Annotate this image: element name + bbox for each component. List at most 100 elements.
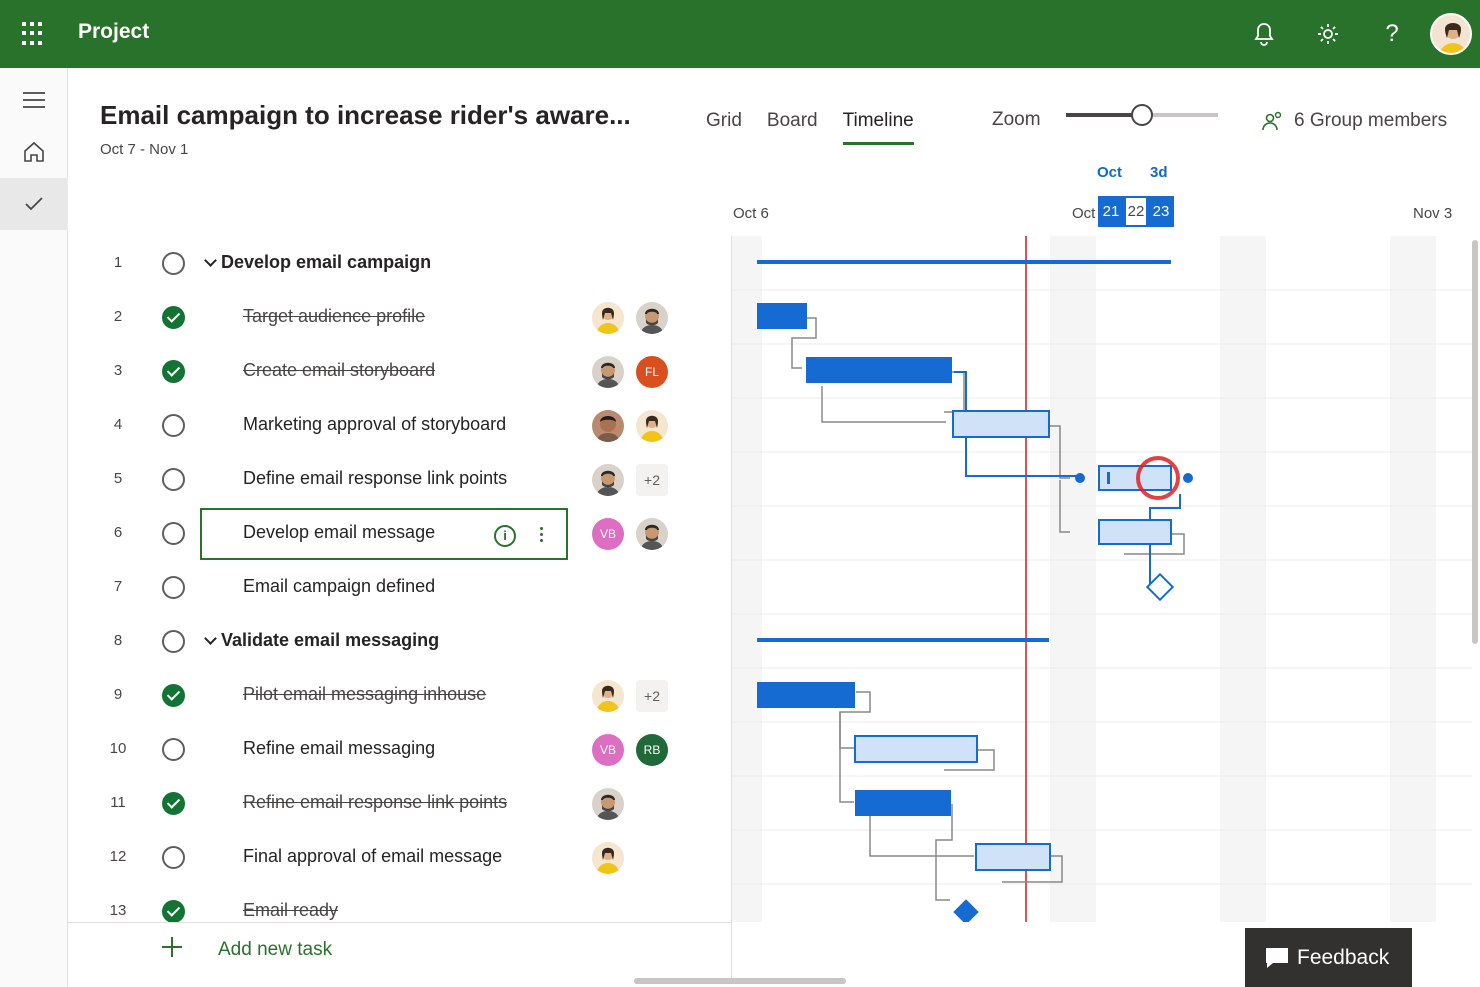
waffle-icon[interactable] <box>22 22 46 46</box>
gear-icon[interactable] <box>1296 12 1360 56</box>
task-row[interactable]: 3 Create email storyboard FL <box>68 344 732 398</box>
assignee-avatar[interactable]: VB <box>592 734 624 766</box>
task-row[interactable]: 11 Refine email response link points <box>68 776 732 830</box>
task-group-name[interactable]: Validate email messaging <box>204 630 439 651</box>
feedback-icon <box>1266 947 1288 968</box>
tab-board[interactable]: Board <box>767 110 818 145</box>
task-incomplete-circle[interactable] <box>162 630 185 653</box>
task-name[interactable]: Create email storyboard <box>243 360 435 381</box>
task-row[interactable]: 5 Define email response link points +2 <box>68 452 732 506</box>
add-task-label[interactable]: Add new task <box>218 939 332 961</box>
task-name[interactable]: Pilot email messaging inhouse <box>243 684 486 705</box>
task-name[interactable]: Email ready <box>243 900 338 921</box>
task-incomplete-circle[interactable] <box>162 576 185 599</box>
task-group-name[interactable]: Develop email campaign <box>204 252 431 273</box>
task-name[interactable]: Refine email messaging <box>243 738 435 759</box>
task-number: 12 <box>109 848 127 865</box>
task-name[interactable]: Email campaign defined <box>243 576 435 597</box>
zoom-slider-thumb[interactable] <box>1131 104 1153 126</box>
task-number: 9 <box>113 686 123 703</box>
vertical-scrollbar[interactable] <box>1472 240 1478 644</box>
task-name[interactable]: Define email response link points <box>243 468 507 489</box>
dependency-handle <box>1075 473 1085 483</box>
task-complete-check[interactable] <box>162 360 185 383</box>
task-row[interactable]: 9 Pilot email messaging inhouse +2 <box>68 668 732 722</box>
timeline-day[interactable]: 21 <box>1098 196 1124 227</box>
task-name[interactable]: Develop email message <box>243 522 435 543</box>
assignee-avatar[interactable] <box>592 680 624 712</box>
task-incomplete-circle[interactable] <box>162 414 185 437</box>
task-incomplete-circle[interactable] <box>162 522 185 545</box>
group-members-button[interactable]: 6 Group members <box>1262 110 1447 132</box>
timeline-chart <box>732 236 1472 922</box>
task-complete-check[interactable] <box>162 306 185 329</box>
task-incomplete-circle[interactable] <box>162 468 185 491</box>
chevron-down-icon[interactable] <box>204 254 217 267</box>
gantt-svg <box>732 236 1472 922</box>
task-complete-check[interactable] <box>162 900 185 922</box>
assignee-avatar[interactable] <box>592 464 624 496</box>
chevron-down-icon[interactable] <box>204 632 217 645</box>
task-name[interactable]: Marketing approval of storyboard <box>243 414 506 435</box>
bell-icon[interactable] <box>1232 12 1296 56</box>
assignee-avatar[interactable] <box>636 518 668 550</box>
horizontal-scrollbar[interactable] <box>634 978 846 984</box>
left-rail <box>0 68 68 987</box>
more-assignees-chip[interactable]: +2 <box>636 680 668 712</box>
assignee-avatar[interactable] <box>592 842 624 874</box>
task-group-row[interactable]: 1 Develop email campaign <box>68 236 732 290</box>
task-bar <box>757 682 855 708</box>
task-number: 4 <box>113 416 123 433</box>
task-incomplete-circle[interactable] <box>162 738 185 761</box>
assignee-avatar[interactable] <box>636 302 668 334</box>
task-row[interactable]: 6 i Develop email message VB <box>68 506 732 560</box>
assignee-avatar[interactable]: RB <box>636 734 668 766</box>
assignee-avatar[interactable] <box>592 356 624 388</box>
assignee-avatar[interactable]: FL <box>636 356 668 388</box>
task-bar <box>952 410 1050 438</box>
assignee-avatar[interactable]: VB <box>592 518 624 550</box>
task-incomplete-circle[interactable] <box>162 846 185 869</box>
summary-bar <box>757 260 1171 264</box>
task-row[interactable]: 10 Refine email messaging VB RB <box>68 722 732 776</box>
timeline-day[interactable]: 22 <box>1124 196 1148 227</box>
more-icon[interactable] <box>538 524 544 548</box>
task-complete-check[interactable] <box>162 792 185 815</box>
task-number: 5 <box>113 470 123 487</box>
task-complete-check[interactable] <box>162 684 185 707</box>
task-group-row[interactable]: 8 Validate email messaging <box>68 614 732 668</box>
assignee-avatar[interactable] <box>592 410 624 442</box>
tab-grid[interactable]: Grid <box>706 110 742 145</box>
help-icon[interactable]: ? <box>1360 12 1424 56</box>
more-assignees-chip[interactable]: +2 <box>636 464 668 496</box>
task-row[interactable]: 12 Final approval of email message <box>68 830 732 884</box>
task-name[interactable]: Refine email response link points <box>243 792 507 813</box>
task-row[interactable]: 13 Email ready <box>68 884 732 922</box>
assignee-avatar[interactable] <box>592 302 624 334</box>
task-bar <box>975 843 1051 871</box>
info-icon[interactable]: i <box>494 525 516 547</box>
feedback-button[interactable]: Feedback <box>1245 928 1412 987</box>
timeline-day[interactable]: 23 <box>1148 196 1174 227</box>
tab-timeline[interactable]: Timeline <box>842 110 914 145</box>
summary-bar <box>757 638 1049 642</box>
home-icon[interactable] <box>0 126 68 178</box>
task-row[interactable]: 2 Target audience profile <box>68 290 732 344</box>
app-title[interactable]: Project <box>78 20 149 44</box>
timeline-duration-label: 3d <box>1150 164 1168 181</box>
assignee-avatar[interactable] <box>636 410 668 442</box>
task-number: 13 <box>109 902 127 919</box>
check-icon[interactable] <box>0 178 68 230</box>
task-name[interactable]: Target audience profile <box>243 306 425 327</box>
task-name[interactable]: Final approval of email message <box>243 846 502 867</box>
hamburger-icon[interactable] <box>0 74 68 126</box>
zoom-slider[interactable] <box>1066 104 1218 126</box>
user-avatar[interactable] <box>1430 13 1472 55</box>
add-task-row[interactable]: Add new task <box>68 922 732 978</box>
task-row[interactable]: 4 Marketing approval of storyboard <box>68 398 732 452</box>
assignee-avatar[interactable] <box>592 788 624 820</box>
task-incomplete-circle[interactable] <box>162 252 185 275</box>
task-row[interactable]: 7 Email campaign defined <box>68 560 732 614</box>
zoom-label: Zoom <box>992 109 1041 130</box>
group-members-label: 6 Group members <box>1294 110 1448 131</box>
